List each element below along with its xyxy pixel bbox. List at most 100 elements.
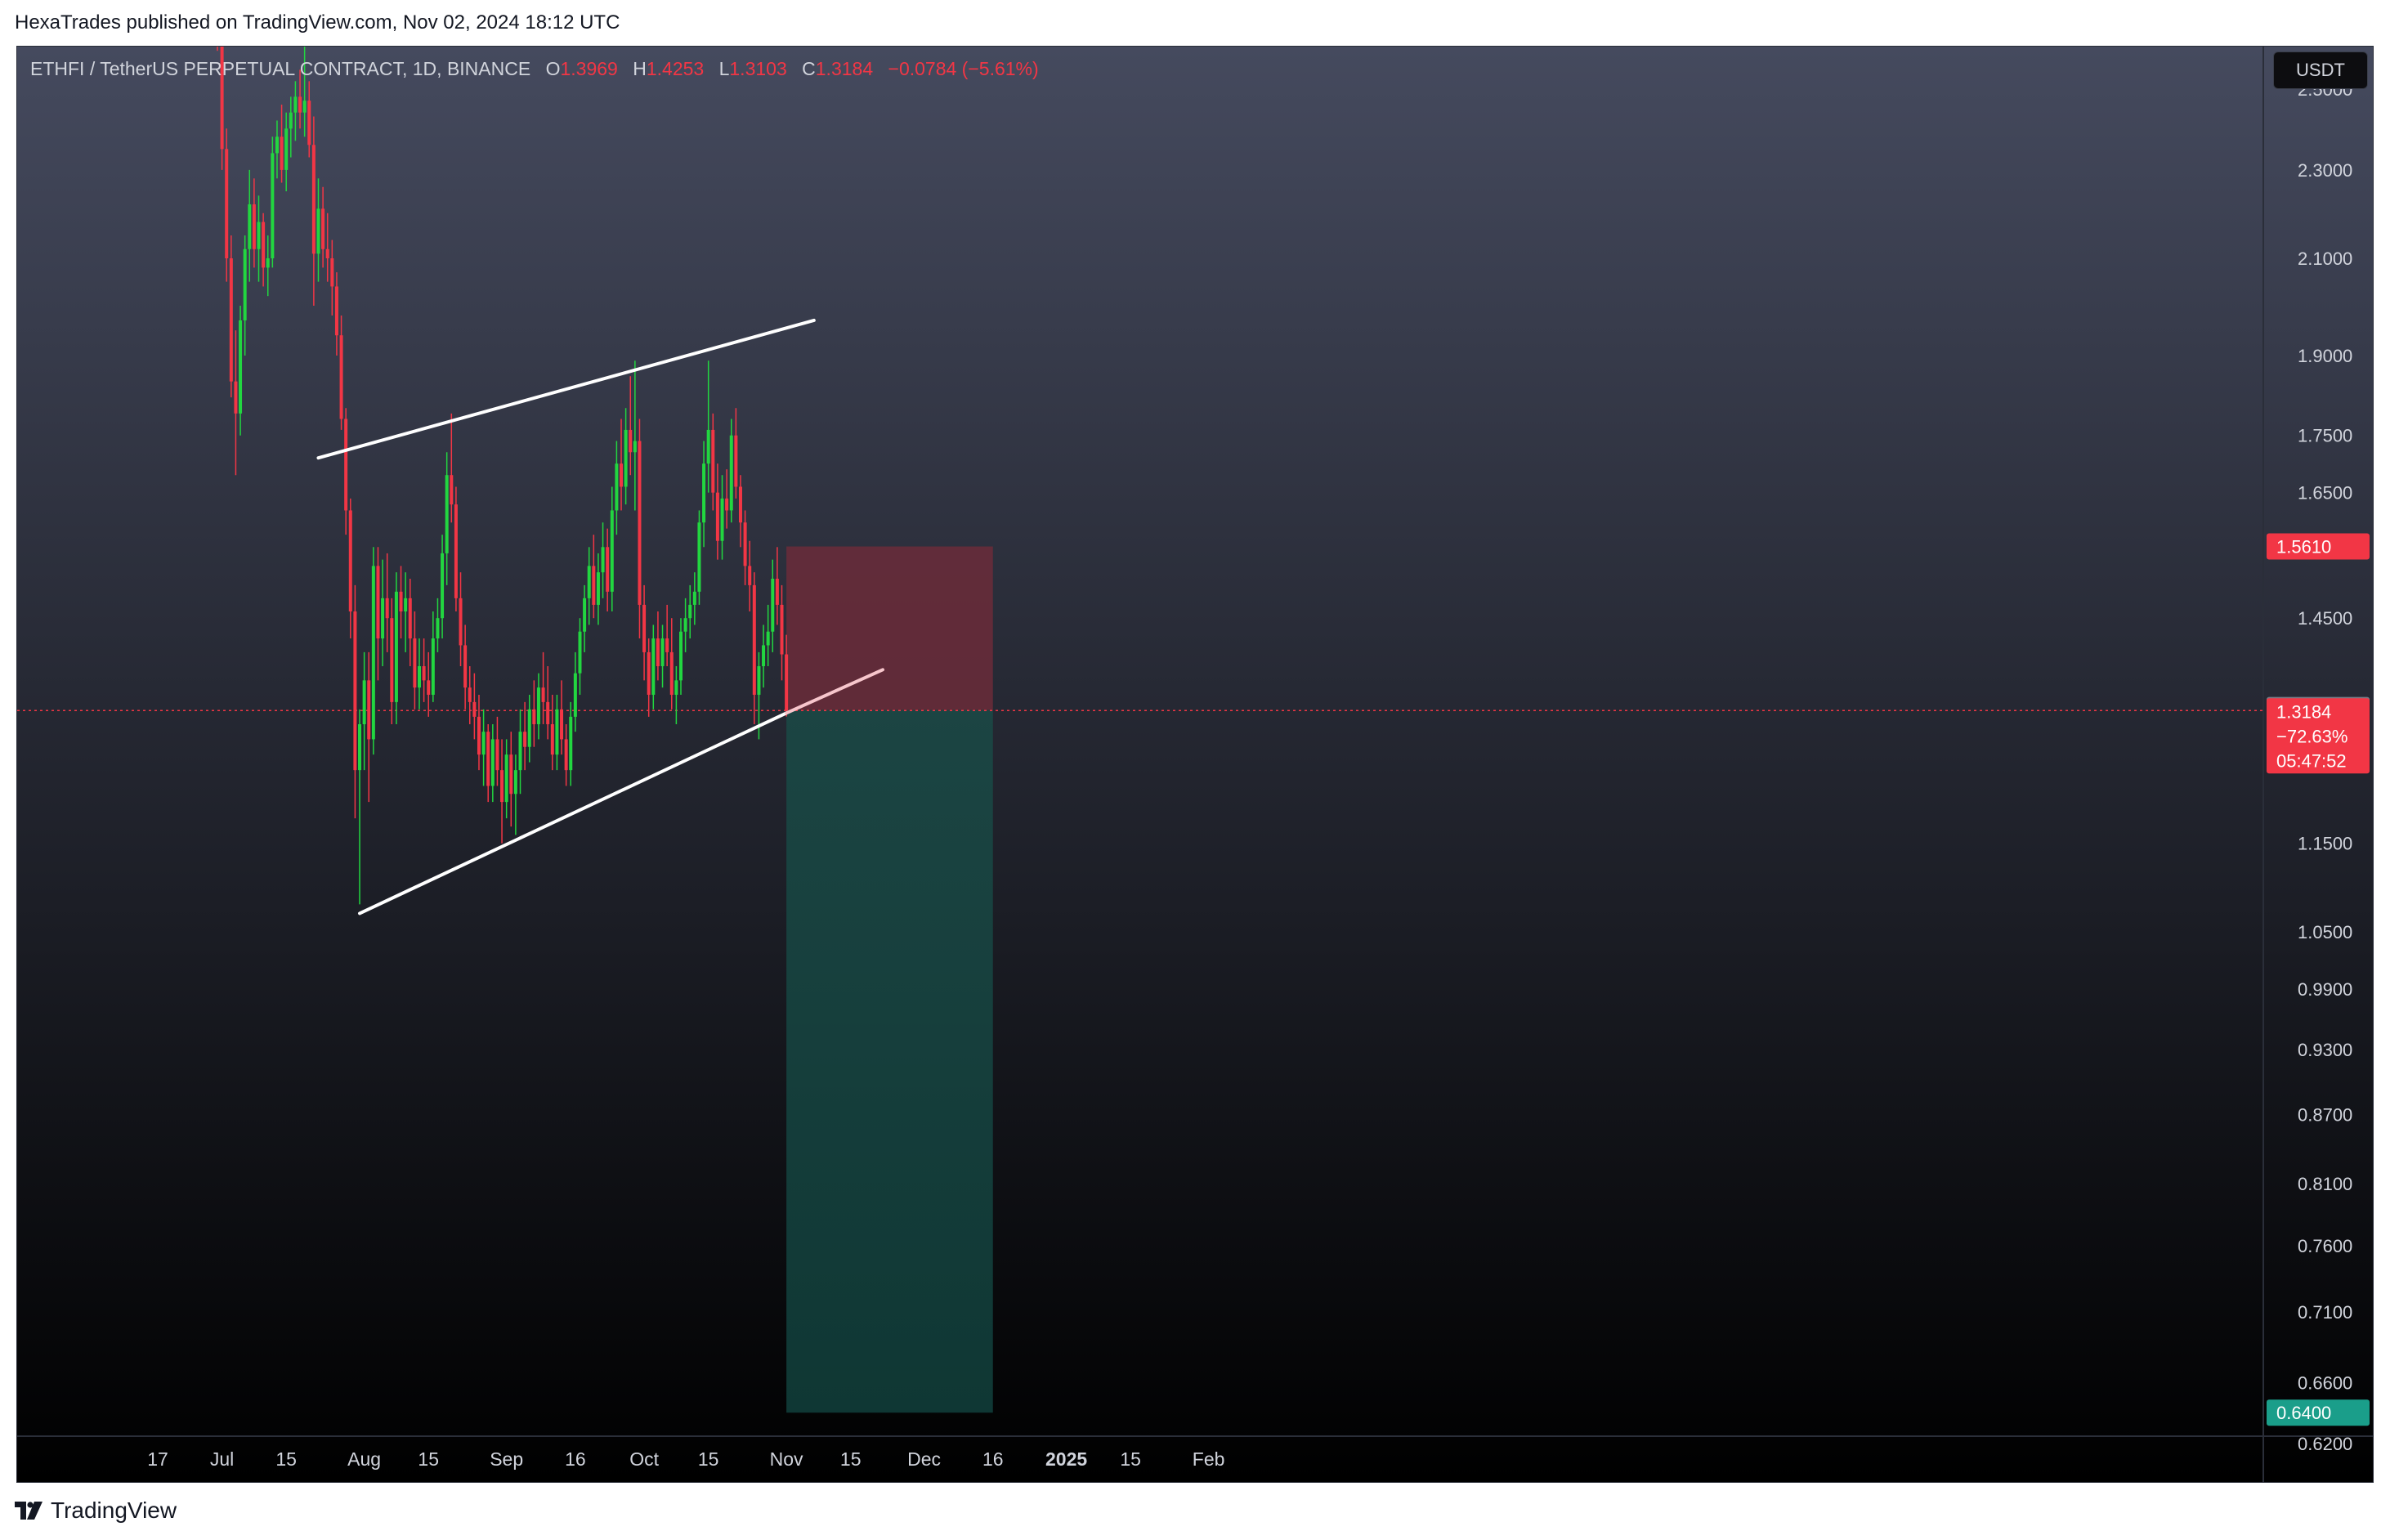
- candle-body: [376, 566, 380, 639]
- candle-body: [715, 492, 719, 541]
- candle-body: [390, 618, 394, 702]
- candle-body: [404, 598, 408, 612]
- open-value: 1.3969: [560, 58, 618, 79]
- candle-body: [536, 687, 540, 724]
- candle-body: [785, 654, 789, 711]
- candle-body: [243, 248, 247, 320]
- candle-body: [610, 510, 614, 592]
- candle-body: [748, 566, 752, 585]
- price-tick-label: 1.7500: [2298, 426, 2352, 446]
- candle-body: [472, 701, 477, 717]
- candle-body: [647, 651, 651, 695]
- candle-body: [344, 419, 348, 511]
- candle-body: [706, 429, 710, 464]
- candle-body: [436, 618, 440, 639]
- candle-body: [734, 435, 738, 487]
- candle-body: [408, 598, 412, 639]
- candle-body: [307, 101, 311, 145]
- price-tick-label: 1.6500: [2298, 483, 2352, 504]
- candle-body: [463, 645, 468, 688]
- time-tick-label: Feb: [1193, 1448, 1225, 1470]
- price-tick-label: 0.8700: [2298, 1104, 2352, 1125]
- candle-body: [606, 547, 610, 592]
- currency-button[interactable]: USDT: [2273, 51, 2368, 89]
- candlestick-chart[interactable]: 2.90002.70002.50002.30002.10001.90001.75…: [17, 47, 2374, 1483]
- time-tick-label: Jul: [210, 1448, 234, 1470]
- candle-body: [697, 522, 701, 592]
- candle-body: [334, 286, 338, 336]
- candle-body: [738, 486, 742, 523]
- candle-body: [624, 429, 628, 487]
- candle-body: [427, 680, 431, 695]
- candle-body: [692, 591, 696, 605]
- candle-body: [422, 666, 426, 681]
- candle-body: [711, 429, 715, 493]
- candle-body: [367, 680, 371, 740]
- stop-price-badge-text: 1.5610: [2276, 537, 2331, 557]
- candle-body: [311, 145, 316, 254]
- candle-body: [330, 258, 334, 287]
- candle-body: [720, 498, 724, 541]
- candle-body: [353, 611, 357, 771]
- candle-body: [239, 320, 243, 414]
- high-value: 1.4253: [646, 58, 705, 79]
- candle-body: [527, 709, 531, 747]
- candle-body: [293, 96, 298, 113]
- candle-body: [441, 553, 445, 619]
- candle-body: [638, 441, 642, 605]
- symbol-legend: ETHFI / TetherUS PERPETUAL CONTRACT, 1D,…: [30, 58, 1039, 80]
- price-tick-label: 2.3000: [2298, 160, 2352, 181]
- change-value: −0.0784 (−5.61%): [888, 58, 1039, 79]
- price-tick-label: 1.9000: [2298, 346, 2352, 366]
- price-tick-label: 0.6200: [2298, 1434, 2352, 1454]
- last-price-badge-text: −72.63%: [2276, 726, 2347, 746]
- candle-body: [629, 429, 633, 453]
- candle-body: [229, 258, 233, 382]
- publish-bar: HexaTrades published on TradingView.com,…: [0, 0, 2390, 46]
- time-tick-label: Nov: [770, 1448, 803, 1470]
- candle-body: [431, 638, 435, 695]
- candle-body: [486, 732, 490, 786]
- candle-body: [325, 248, 329, 259]
- time-tick-label: 15: [840, 1448, 862, 1470]
- candle-body: [481, 732, 486, 755]
- candle-body: [564, 739, 568, 771]
- price-tick-label: 2.1000: [2298, 248, 2352, 269]
- candle-body: [385, 598, 389, 619]
- price-tick-label: 1.1500: [2298, 834, 2352, 854]
- price-tick-label: 0.9900: [2298, 979, 2352, 1000]
- close-key: C: [802, 58, 816, 79]
- price-tick-label: 0.7600: [2298, 1236, 2352, 1256]
- time-tick-label: 15: [1120, 1448, 1141, 1470]
- candle-body: [592, 566, 596, 605]
- candle-body: [271, 153, 275, 259]
- candle-body: [371, 566, 375, 740]
- chart-frame[interactable]: 2.90002.70002.50002.30002.10001.90001.75…: [16, 46, 2374, 1483]
- candle-body: [683, 618, 687, 632]
- candle-body: [532, 709, 536, 724]
- time-tick-label: 16: [565, 1448, 586, 1470]
- candle-body: [523, 732, 527, 747]
- tradingview-logo[interactable]: TradingView: [15, 1497, 177, 1524]
- candle-body: [339, 335, 343, 419]
- candle-body: [399, 591, 403, 612]
- candle-body: [615, 463, 619, 511]
- price-tick-label: 0.9300: [2298, 1040, 2352, 1060]
- candle-body: [651, 638, 656, 695]
- candle-body: [513, 770, 517, 795]
- candle-body: [490, 739, 495, 786]
- candle-body: [262, 222, 266, 268]
- candle-body: [587, 566, 591, 598]
- candle-body: [660, 638, 665, 667]
- candle-body: [225, 149, 229, 259]
- candle-body: [569, 716, 573, 771]
- candle-body: [234, 381, 238, 414]
- candle-body: [454, 504, 458, 598]
- candle-body: [518, 732, 522, 771]
- chart-background: [17, 47, 2373, 1482]
- candle-body: [560, 709, 564, 740]
- candle-body: [298, 96, 302, 113]
- candle-body: [573, 673, 577, 717]
- candle-body: [477, 716, 481, 755]
- candle-body: [450, 475, 454, 505]
